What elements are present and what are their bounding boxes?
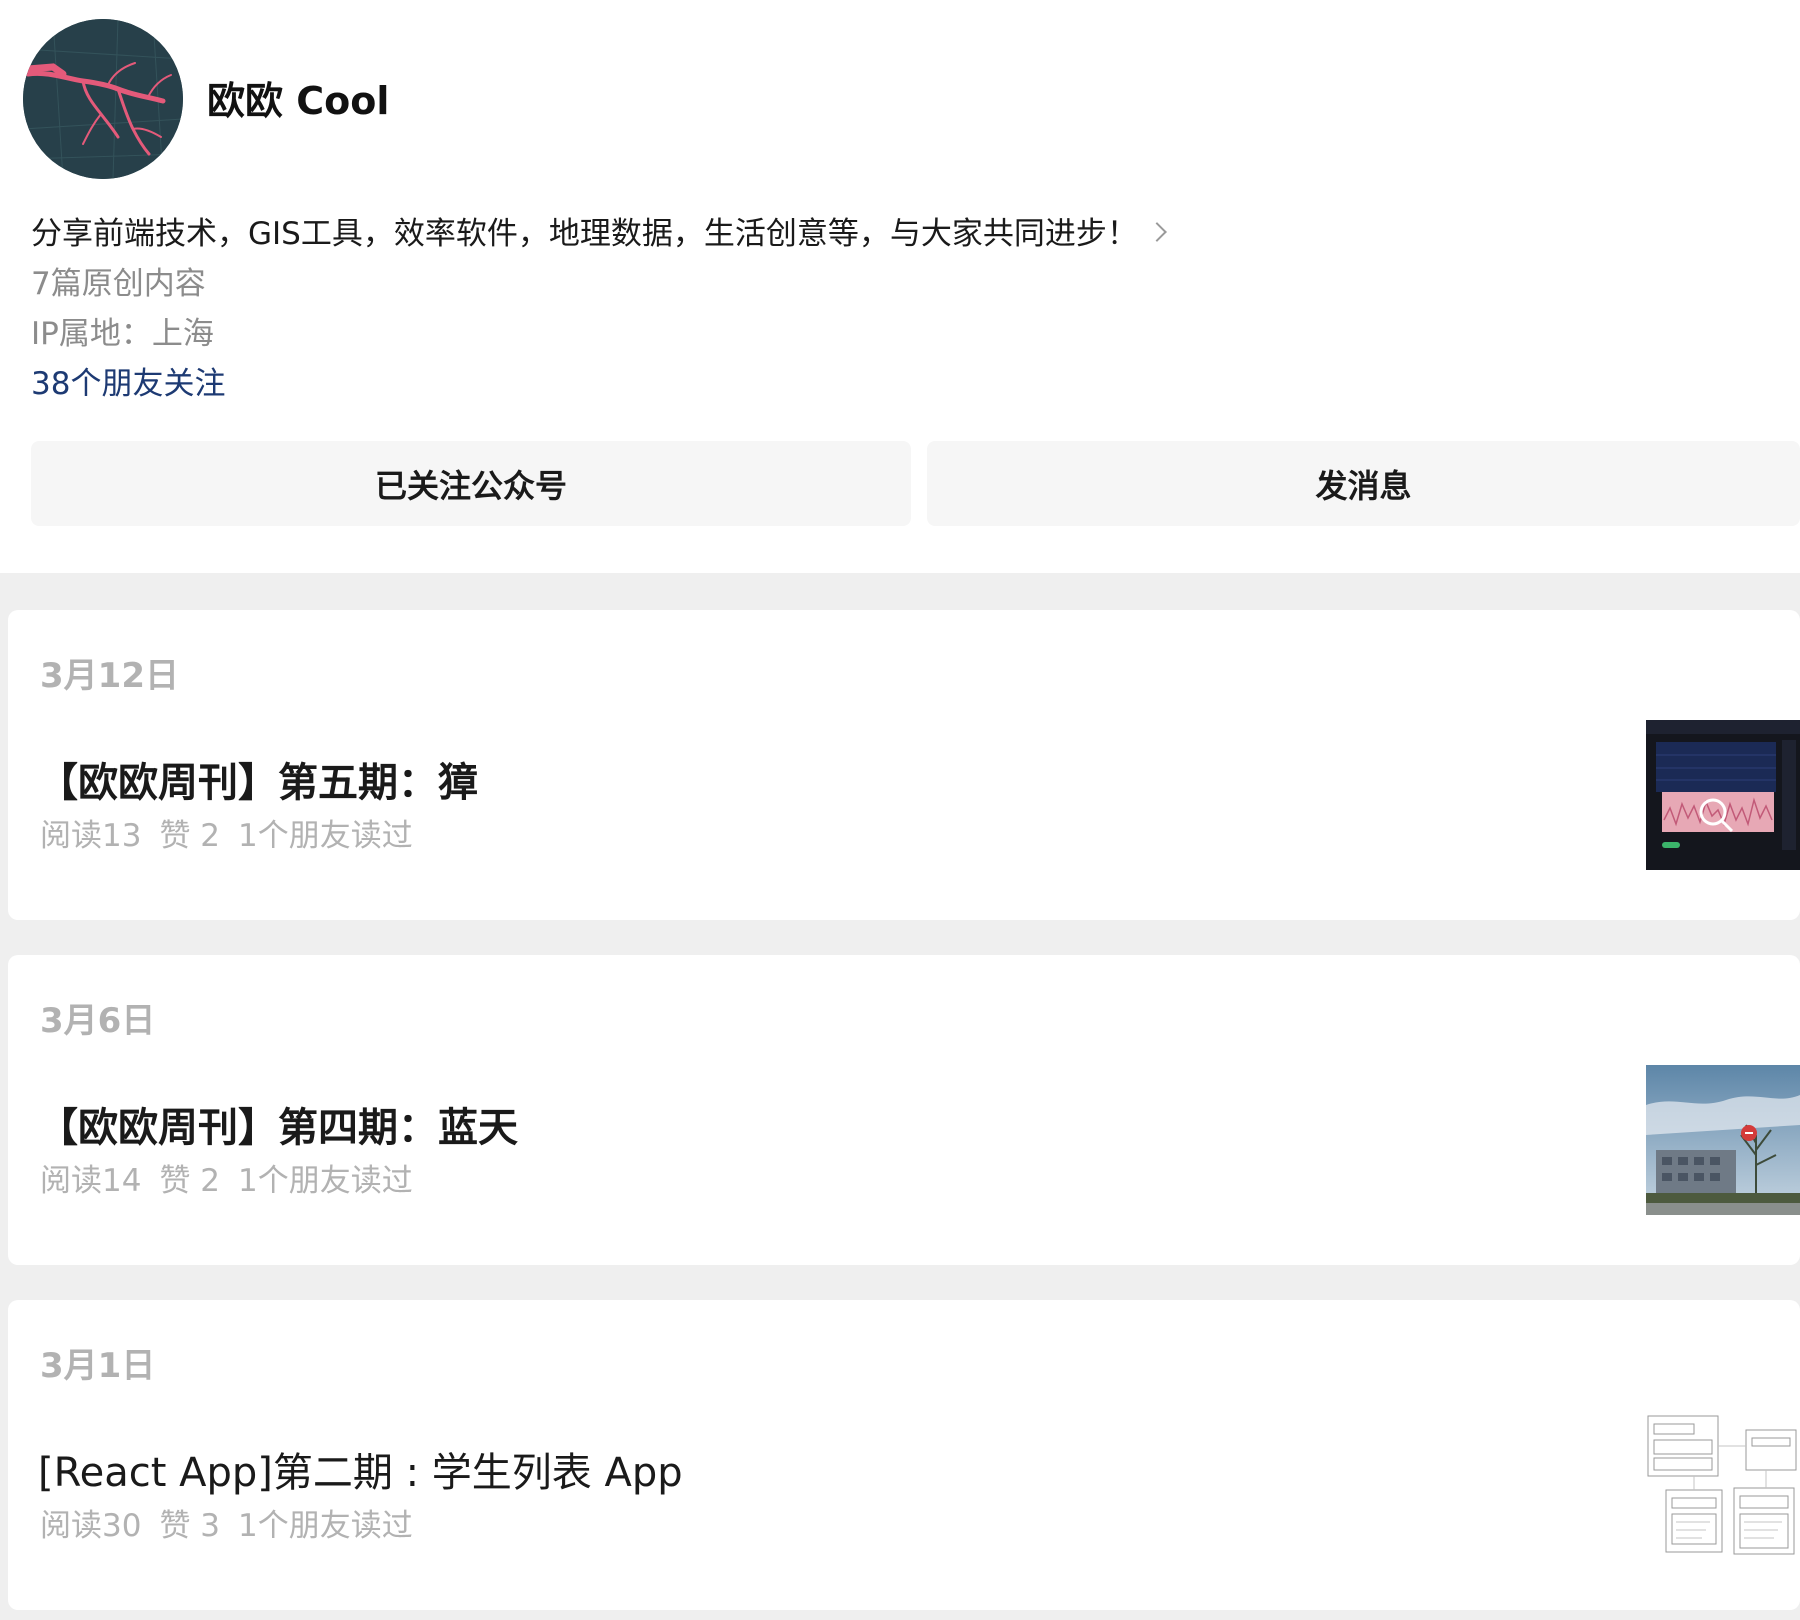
article-date: 3月6日 [40, 1001, 156, 1041]
article-stats: 阅读13 赞 2 1个朋友读过 [40, 810, 431, 855]
article-card[interactable]: 3月1日 [React App]第二期 : 学生列表 App 阅读30 赞 3 1个… [8, 1300, 1800, 1610]
bio-text: 分享前端技术，GIS工具，效率软件，地理数据，生活创意等，与大家共同进步！ [31, 216, 1138, 252]
friends-read: 1个朋友读过 [238, 818, 413, 854]
account-bio[interactable]: 分享前端技术，GIS工具，效率软件，地理数据，生活创意等，与大家共同进步！ [31, 208, 1167, 253]
like-count: 赞 3 [159, 1508, 221, 1544]
article-card[interactable]: 3月6日 【欧欧周刊】第四期：蓝天 阅读14 赞 2 1个朋友读过 [8, 955, 1800, 1265]
original-count: 7篇原创内容 [31, 266, 206, 302]
friends-read: 1个朋友读过 [238, 1508, 413, 1544]
like-count: 赞 2 [159, 818, 221, 854]
ip-location: IP属地：上海 [31, 316, 214, 352]
avatar[interactable] [23, 19, 183, 179]
river-map-avatar-icon [23, 19, 183, 179]
article-card[interactable]: 3月12日 【欧欧周刊】第五期：獐 阅读13 赞 2 1个朋友读过 [8, 610, 1800, 920]
article-date: 3月12日 [40, 656, 179, 696]
chevron-right-icon [1146, 222, 1167, 242]
article-thumbnail[interactable] [1646, 1410, 1800, 1560]
article-thumbnail[interactable] [1646, 720, 1800, 870]
article-title[interactable]: [React App]第二期 : 学生列表 App [38, 1440, 683, 1498]
friends-read: 1个朋友读过 [238, 1163, 413, 1199]
like-count: 赞 2 [159, 1163, 221, 1199]
blue-sky-building-thumbnail-icon [1646, 1065, 1800, 1215]
friends-following-link[interactable]: 38个朋友关注 [31, 358, 225, 403]
article-stats: 阅读30 赞 3 1个朋友读过 [40, 1500, 431, 1545]
wireframe-diagram-thumbnail-icon [1646, 1410, 1800, 1560]
article-title[interactable]: 【欧欧周刊】第五期：獐 [38, 750, 478, 808]
account-name: 欧欧 Cool [207, 79, 390, 123]
article-stats: 阅读14 赞 2 1个朋友读过 [40, 1155, 431, 1200]
profile-header: 欧欧 Cool 分享前端技术，GIS工具，效率软件，地理数据，生活创意等，与大家… [0, 0, 1800, 573]
message-button[interactable]: 发消息 [927, 441, 1800, 526]
article-thumbnail[interactable] [1646, 1065, 1800, 1215]
dark-dashboard-chart-thumbnail-icon [1646, 720, 1800, 870]
read-count: 阅读14 [40, 1163, 142, 1199]
read-count: 阅读13 [40, 818, 142, 854]
read-count: 阅读30 [40, 1508, 142, 1544]
article-date: 3月1日 [40, 1346, 156, 1386]
article-title[interactable]: 【欧欧周刊】第四期：蓝天 [38, 1095, 518, 1153]
follow-button[interactable]: 已关注公众号 [31, 441, 911, 526]
